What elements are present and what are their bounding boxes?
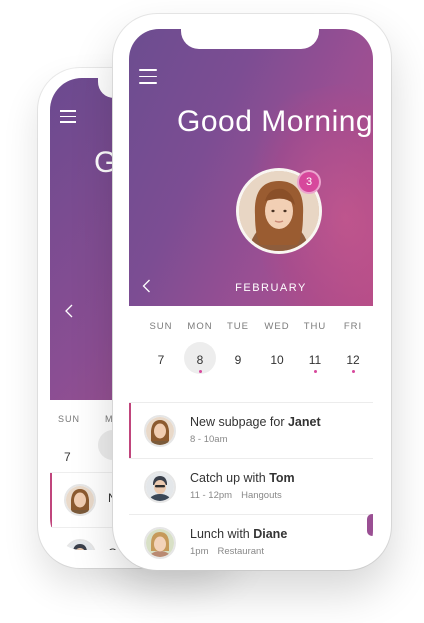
day-name-tue: TUE: [227, 321, 249, 332]
event-person: Diane: [253, 527, 288, 541]
front-phone: Good Morning! 3 FEBRUARY SUN MON TUE WED…: [113, 14, 391, 570]
event-title: Catch up with Tom: [190, 471, 295, 485]
event-person: Tom: [269, 471, 295, 485]
day-name-mon: MON: [187, 321, 213, 332]
event-title-text: New subpage for: [190, 415, 288, 429]
day-name-thu: THU: [303, 321, 327, 332]
event-place: Restaurant: [217, 546, 264, 557]
greeting-title: Good Morning!: [177, 105, 373, 138]
event-row-diane[interactable]: Lunch with Diane 1pm Restaurant: [129, 515, 373, 561]
event-title-text: Lunch with: [190, 527, 254, 541]
back-chevron-left-icon[interactable]: [64, 302, 74, 323]
phone-screen: Good Morning! 3 FEBRUARY SUN MON TUE WED…: [129, 29, 373, 561]
day-name-fri: FRI: [343, 321, 363, 332]
avatar-janet: [144, 415, 176, 447]
date-7[interactable]: 7: [142, 353, 180, 367]
event-row-tom[interactable]: Catch up with Tom 11 - 12pm Hangouts: [129, 459, 373, 515]
event-meta: 8 - 10am: [190, 434, 228, 445]
event-title: Lunch with Diane: [190, 527, 287, 541]
header: Good Morning! 3 FEBRUARY: [129, 29, 373, 306]
date-8-selected[interactable]: 8: [181, 353, 219, 367]
event-dot-12: [352, 370, 355, 373]
date-11[interactable]: 11: [296, 353, 334, 367]
calendar-strip: SUN MON TUE WED THU FRI 7 8 9 10 11 12: [129, 306, 373, 403]
event-title: New subpage for Janet: [190, 415, 321, 429]
event-row-janet[interactable]: New subpage for Janet 8 - 10am: [129, 403, 373, 459]
notification-badge[interactable]: 3: [297, 170, 321, 194]
date-10[interactable]: 10: [258, 353, 296, 367]
day-name-wed: WED: [264, 321, 290, 332]
event-person: Janet: [287, 415, 321, 429]
avatar-diane: [144, 527, 176, 559]
back-avatar-janet: [64, 484, 96, 516]
add-event-fab[interactable]: [367, 514, 373, 536]
event-meta: 1pm Restaurant: [190, 546, 264, 557]
date-12[interactable]: 12: [334, 353, 372, 367]
event-place: Hangouts: [241, 490, 282, 501]
avatar-tom: [144, 471, 176, 503]
phone-notch: [181, 29, 319, 49]
event-time: 1pm: [190, 546, 209, 557]
back-avatar-tom: [64, 539, 96, 550]
event-title-text: Catch up with: [190, 471, 270, 485]
back-date[interactable]: 7: [64, 450, 71, 464]
hamburger-menu-icon[interactable]: [139, 69, 157, 84]
event-dot-8: [199, 370, 202, 373]
event-time: 8 - 10am: [190, 434, 228, 445]
event-accent-bar: [129, 403, 131, 458]
back-menu-icon[interactable]: [60, 110, 76, 123]
date-9[interactable]: 9: [219, 353, 257, 367]
event-time: 11 - 12pm: [190, 490, 233, 501]
day-name-sun: SUN: [149, 321, 173, 332]
month-label: FEBRUARY: [235, 282, 307, 294]
back-event-accent: [50, 473, 52, 527]
event-dot-11: [314, 370, 317, 373]
back-day-name: SUN: [58, 414, 81, 424]
event-meta: 11 - 12pm Hangouts: [190, 490, 282, 501]
back-event-label: C: [108, 546, 117, 550]
